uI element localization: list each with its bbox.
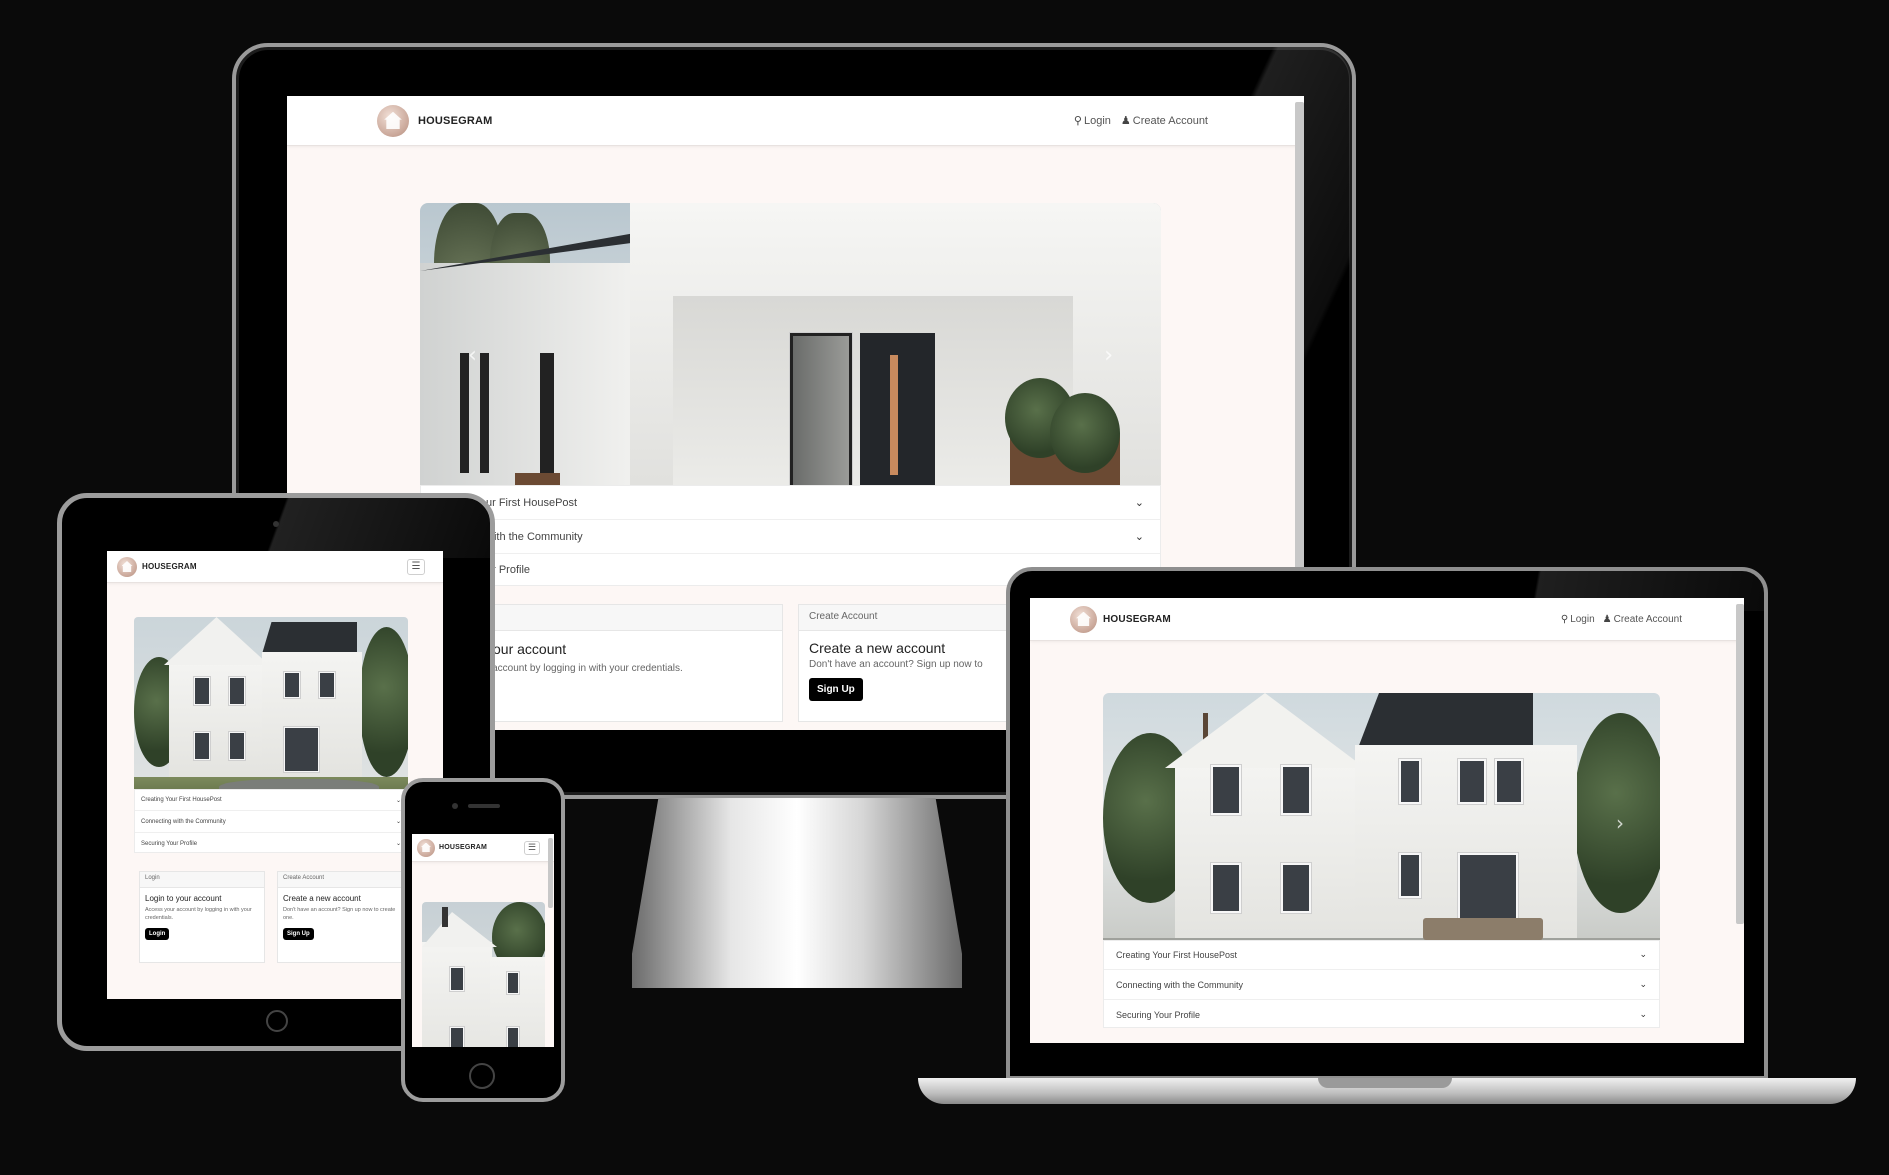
accordion-item[interactable]: Connecting with the Community ⌄ bbox=[1104, 970, 1659, 1000]
key-icon: ⚲ bbox=[1560, 613, 1569, 625]
accordion-item[interactable]: Creating Your First HousePost ⌄ bbox=[135, 790, 407, 811]
accordion-item-label: with the Community bbox=[486, 530, 583, 543]
phone-screen: HOUSEGRAM ☰ bbox=[412, 834, 554, 1047]
tablet-camera bbox=[273, 521, 279, 527]
chevron-down-icon: ⌄ bbox=[1639, 950, 1647, 960]
login-card-title: your account bbox=[486, 641, 567, 657]
nav-create-account-link[interactable]: ♟ Create Account bbox=[1603, 614, 1682, 625]
tablet-home-button bbox=[266, 1010, 288, 1032]
login-card-header: Login bbox=[140, 872, 264, 888]
navbar: HOUSEGRAM ☰ bbox=[412, 834, 554, 862]
login-card-text: Access your account by logging in with y… bbox=[145, 907, 252, 921]
brand-name: HOUSEGRAM bbox=[142, 562, 197, 571]
navbar: HOUSEGRAM ⚲ Login ♟ Create Account bbox=[287, 96, 1304, 146]
phone-speaker bbox=[468, 804, 500, 808]
brand-name: HOUSEGRAM bbox=[1103, 613, 1171, 625]
logo-icon bbox=[417, 838, 435, 857]
accordion: Creating Your First HousePost ⌄ Connecti… bbox=[134, 789, 408, 853]
monitor-stand bbox=[632, 798, 962, 988]
navbar: HOUSEGRAM ☰ bbox=[107, 551, 443, 583]
accordion-item[interactable]: with the Community ⌄ bbox=[421, 520, 1160, 554]
phone-camera bbox=[452, 803, 458, 809]
tablet-glare bbox=[230, 498, 490, 558]
nav-create-account-label: Create Account bbox=[1132, 114, 1208, 127]
hero-carousel[interactable] bbox=[422, 902, 545, 1047]
sign-up-button[interactable]: Sign Up bbox=[809, 678, 863, 701]
create-account-card: Create Account Create a new account Don'… bbox=[277, 871, 403, 963]
nav-create-account-label: Create Account bbox=[1613, 613, 1682, 625]
chevron-down-icon: ⌄ bbox=[1639, 1009, 1647, 1020]
hero-carousel[interactable] bbox=[134, 617, 408, 809]
accordion-item-label: Securing Your Profile bbox=[1116, 1009, 1201, 1020]
login-card-title: Login to your account bbox=[145, 894, 222, 903]
chevron-down-icon: ⌄ bbox=[1639, 979, 1647, 990]
accordion-item-label: Creating Your First HousePost bbox=[141, 797, 222, 803]
nav-login-label: Login bbox=[1083, 114, 1111, 127]
chevron-right-icon[interactable]: › bbox=[1104, 343, 1113, 368]
hamburger-icon[interactable]: ☰ bbox=[524, 840, 540, 855]
brand[interactable]: HOUSEGRAM bbox=[417, 838, 488, 857]
accordion-item[interactable]: Connecting with the Community ⌄ bbox=[135, 811, 407, 833]
accordion-item-label: Creating Your First HousePost bbox=[1116, 950, 1238, 960]
navbar: HOUSEGRAM ⚲ Login ♟ Create Account bbox=[1030, 598, 1744, 641]
accordion-item-label: Connecting with the Community bbox=[1116, 979, 1244, 990]
hero-carousel[interactable]: ‹ › bbox=[420, 203, 1161, 521]
accordion: Creating Your First HousePost ⌄ Connecti… bbox=[1103, 940, 1660, 1028]
scrollbar[interactable] bbox=[548, 838, 553, 908]
accordion-item-label: Securing Your Profile bbox=[141, 840, 198, 847]
accordion-item[interactable]: Securing Your Profile ⌄ bbox=[135, 833, 407, 854]
accordion-item-label: ur First HousePost bbox=[486, 496, 578, 509]
chevron-down-icon: ⌄ bbox=[1134, 530, 1144, 543]
brand-name: HOUSEGRAM bbox=[418, 114, 493, 127]
chevron-left-icon[interactable]: ‹ bbox=[468, 343, 477, 368]
phone-home-button bbox=[469, 1063, 495, 1089]
logo-icon bbox=[1070, 605, 1097, 633]
login-card-text: r account by logging in with your creden… bbox=[486, 663, 683, 674]
hero-carousel[interactable]: › bbox=[1103, 693, 1660, 970]
nav-login-link[interactable]: ⚲ Login bbox=[1561, 614, 1595, 625]
person-plus-icon: ♟ bbox=[1120, 115, 1131, 127]
tablet-screen: HOUSEGRAM ☰ Creating Your First HousePos… bbox=[107, 551, 443, 999]
login-button[interactable]: Login bbox=[145, 928, 170, 940]
key-icon: ⚲ bbox=[1073, 115, 1082, 127]
nav-login-link[interactable]: ⚲ Login bbox=[1073, 114, 1111, 128]
nav-login-label: Login bbox=[1570, 613, 1595, 625]
brand[interactable]: HOUSEGRAM bbox=[1070, 605, 1171, 633]
create-card-header: Create Account bbox=[278, 872, 402, 888]
login-card: Login Login to your account Access your … bbox=[139, 871, 265, 963]
chevron-down-icon: ⌄ bbox=[1134, 496, 1144, 509]
create-card-title: Create a new account bbox=[283, 894, 361, 903]
accordion-item-label: Connecting with the Community bbox=[141, 818, 226, 825]
sign-up-button[interactable]: Sign Up bbox=[283, 928, 314, 940]
logo-icon bbox=[117, 556, 137, 577]
scrollbar[interactable] bbox=[1736, 604, 1744, 924]
logo-icon bbox=[377, 104, 409, 137]
accordion-item[interactable]: ur First HousePost ⌄ bbox=[421, 486, 1160, 520]
create-card-text: Don't have an account? Sign up now to cr… bbox=[283, 907, 396, 921]
brand-name: HOUSEGRAM bbox=[439, 844, 488, 851]
hamburger-icon[interactable]: ☰ bbox=[407, 558, 425, 575]
accordion-item[interactable]: Creating Your First HousePost ⌄ bbox=[1104, 941, 1659, 970]
accordion-item[interactable]: Securing Your Profile ⌄ bbox=[1104, 1000, 1659, 1029]
brand[interactable]: HOUSEGRAM bbox=[377, 104, 493, 137]
nav-create-account-link[interactable]: ♟ Create Account bbox=[1120, 114, 1208, 128]
brand[interactable]: HOUSEGRAM bbox=[117, 556, 197, 577]
person-plus-icon: ♟ bbox=[1602, 613, 1612, 625]
laptop-screen: HOUSEGRAM ⚲ Login ♟ Create Account › Cre… bbox=[1030, 598, 1744, 1043]
chevron-right-icon[interactable]: › bbox=[1616, 811, 1624, 835]
laptop-notch bbox=[1318, 1078, 1452, 1088]
